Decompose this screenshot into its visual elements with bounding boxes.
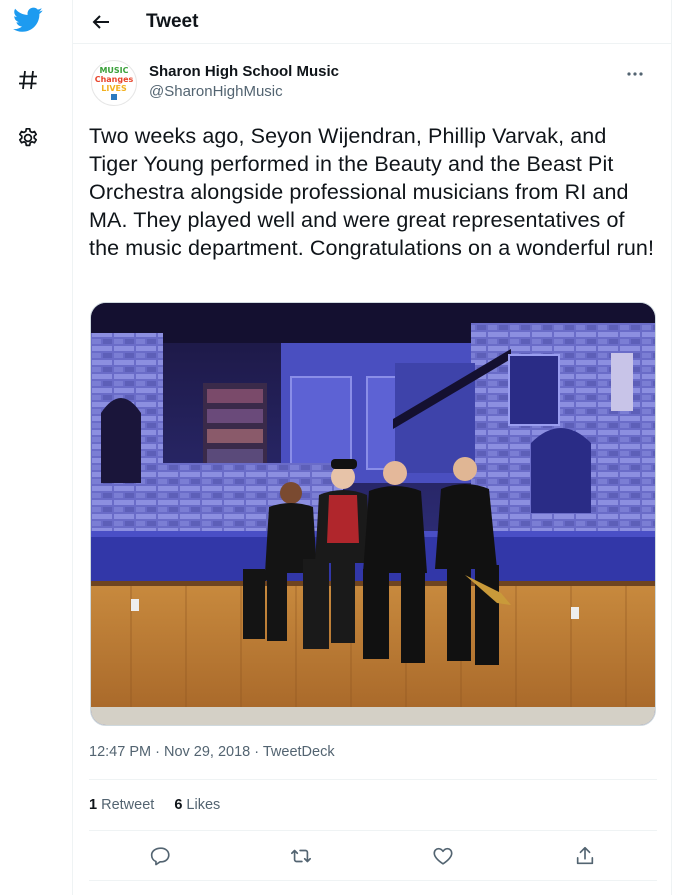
twitter-bird-icon[interactable] <box>12 4 44 36</box>
more-options-button[interactable] <box>623 64 647 84</box>
avatar-text-changes: Changes <box>94 75 134 84</box>
divider <box>89 779 657 780</box>
stage-photo-image <box>91 303 655 725</box>
share-button[interactable] <box>571 842 599 870</box>
tweet-time[interactable]: 12:47 PM <box>89 744 151 760</box>
tweet-source[interactable]: TweetDeck <box>263 744 335 760</box>
tweet-date[interactable]: Nov 29, 2018 <box>164 744 250 760</box>
avatar-logo-mark <box>111 94 117 100</box>
avatar[interactable]: MUSIC Changes LIVES <box>91 60 137 106</box>
avatar-text-music: MUSIC <box>99 66 129 75</box>
meta-separator: · <box>155 744 164 760</box>
tweet-text: Two weeks ago, Seyon Wijendran, Phillip … <box>89 124 655 260</box>
explore-hashtag-icon[interactable] <box>12 64 44 96</box>
left-nav-rail <box>0 0 72 895</box>
share-icon <box>576 846 594 865</box>
likes-count: 6 <box>174 797 183 813</box>
more-dots-icon <box>627 72 643 76</box>
back-arrow-icon <box>92 14 109 29</box>
heart-icon <box>433 847 453 865</box>
tweet-photo[interactable] <box>90 302 656 726</box>
retweets-label: Retweet <box>101 797 155 813</box>
avatar-text-lives: LIVES <box>101 84 127 93</box>
settings-gear-icon[interactable] <box>12 122 44 154</box>
tweet-detail-column: Tweet MUSIC Changes LIVES Sharon High Sc… <box>72 0 672 895</box>
retweets-stat[interactable]: 1 Retweet <box>89 797 154 813</box>
like-button[interactable] <box>429 842 457 870</box>
tweet-author: MUSIC Changes LIVES Sharon High School M… <box>89 58 657 110</box>
author-name[interactable]: Sharon High School Music <box>149 63 339 80</box>
tweet-stats: 1 Retweet 6 Likes <box>89 797 220 813</box>
tweet-meta: 12:47 PM · Nov 29, 2018 · TweetDeck <box>89 744 335 760</box>
retweet-icon <box>291 849 311 863</box>
divider <box>89 830 657 831</box>
meta-separator: · <box>254 744 263 760</box>
tweet-header: Tweet <box>73 0 671 44</box>
reply-button[interactable] <box>147 842 175 870</box>
reply-icon <box>150 847 170 866</box>
likes-stat[interactable]: 6 Likes <box>174 797 220 813</box>
retweet-button[interactable] <box>287 842 315 870</box>
back-button[interactable] <box>89 10 113 34</box>
page-title: Tweet <box>146 10 199 32</box>
divider <box>89 880 657 881</box>
retweets-count: 1 <box>89 797 98 813</box>
author-handle[interactable]: @SharonHighMusic <box>149 83 283 100</box>
likes-label: Likes <box>186 797 221 813</box>
tweet-actions <box>89 842 657 870</box>
